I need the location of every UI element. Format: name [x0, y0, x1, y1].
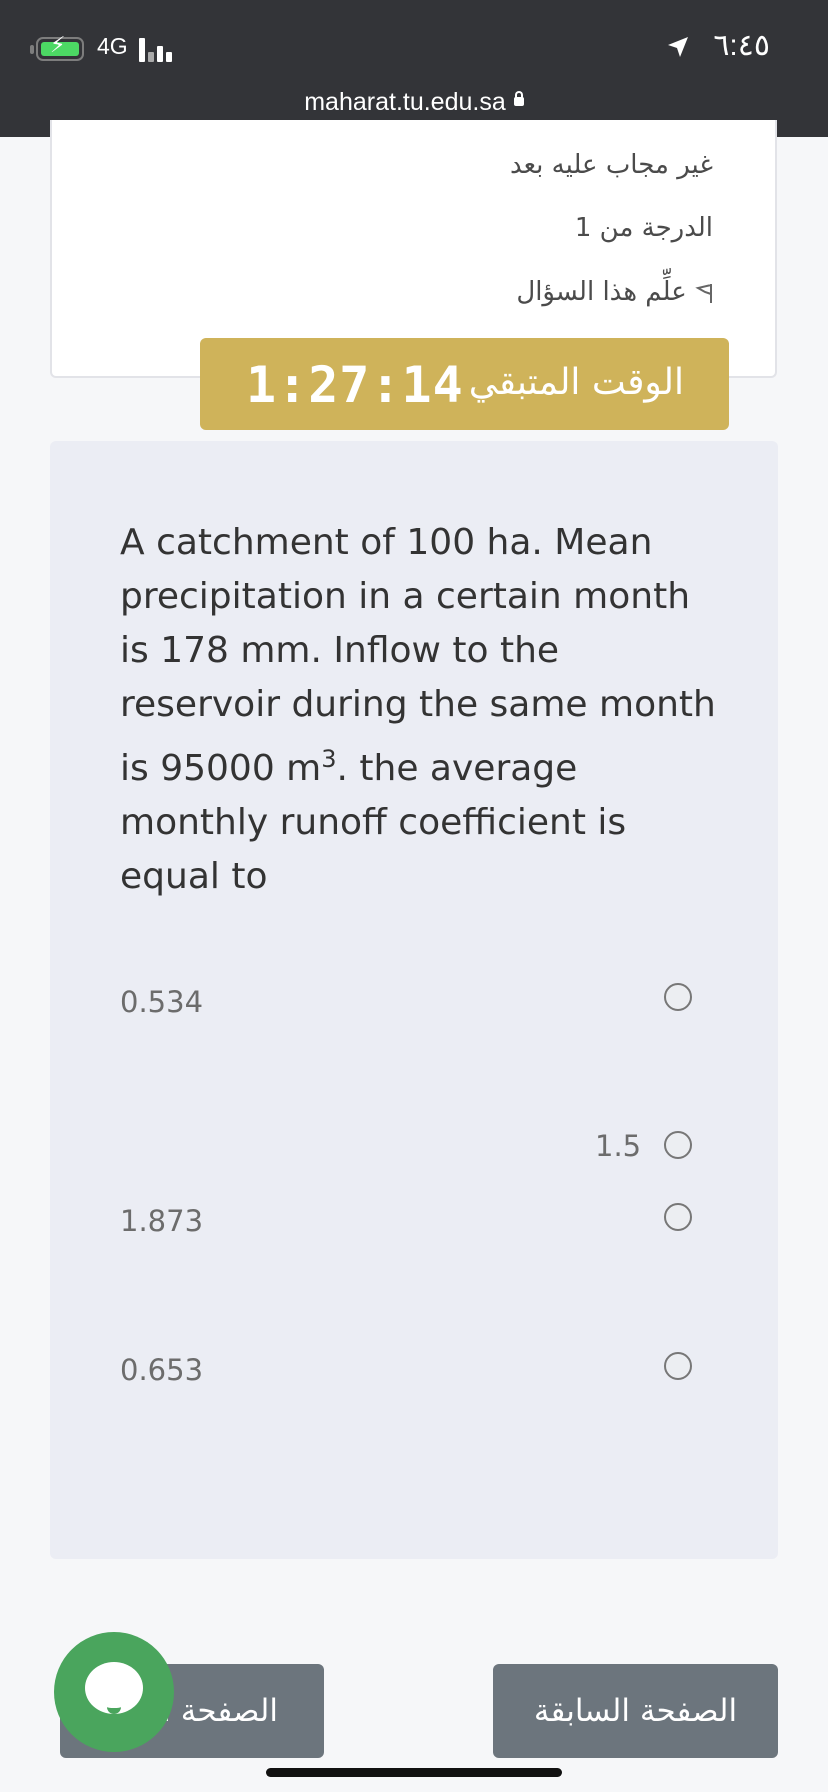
battery-charging-icon: ⚡ — [36, 33, 84, 61]
answer-radio-4[interactable] — [664, 1352, 692, 1380]
status-bar: ⚡ 4G ٦:٤٥ maharat.tu.edu.sa — [0, 0, 828, 137]
home-indicator[interactable] — [266, 1768, 562, 1777]
flag-icon — [695, 283, 712, 303]
question-superscript: 3 — [321, 745, 337, 773]
answer-radio-3[interactable] — [664, 1203, 692, 1231]
chat-button[interactable] — [54, 1632, 174, 1752]
address-bar[interactable]: maharat.tu.edu.sa — [0, 88, 828, 117]
network-type: 4G — [97, 33, 128, 59]
answer-label-3: 1.873 — [120, 1204, 204, 1238]
answer-label-2: 1.5 — [595, 1129, 642, 1163]
question-status: غير مجاب عليه بعد — [509, 150, 713, 180]
answer-radio-2[interactable] — [664, 1131, 692, 1159]
time-remaining-banner: 1:27:14 الوقت المتبقي — [200, 338, 729, 430]
battery-nub — [30, 45, 34, 54]
timer-value: 1:27:14 — [246, 356, 464, 414]
location-arrow-icon — [668, 37, 688, 57]
next-page-label: الصفحة ا — [162, 1693, 278, 1729]
previous-page-button[interactable]: الصفحة السابقة — [493, 1664, 778, 1758]
signal-bars-icon — [139, 38, 179, 62]
lock-icon — [513, 90, 524, 106]
flag-question-label: علِّم هذا السؤال — [516, 277, 687, 307]
question-grade: الدرجة من 1 — [574, 213, 713, 243]
question-box: A catchment of 100 ha. Mean precipitatio… — [50, 441, 778, 1559]
question-text: A catchment of 100 ha. Mean precipitatio… — [120, 516, 720, 904]
url-text: maharat.tu.edu.sa — [304, 88, 506, 116]
previous-page-label: الصفحة السابقة — [533, 1693, 738, 1729]
chat-bubble-icon — [85, 1662, 143, 1714]
answer-label-1: 0.534 — [120, 985, 204, 1019]
timer-label: الوقت المتبقي — [468, 362, 684, 403]
answer-radio-1[interactable] — [664, 983, 692, 1011]
status-time: ٦:٤٥ — [713, 29, 770, 62]
flag-question-link[interactable]: علِّم هذا السؤال — [516, 277, 713, 307]
answer-label-4: 0.653 — [120, 1353, 204, 1387]
